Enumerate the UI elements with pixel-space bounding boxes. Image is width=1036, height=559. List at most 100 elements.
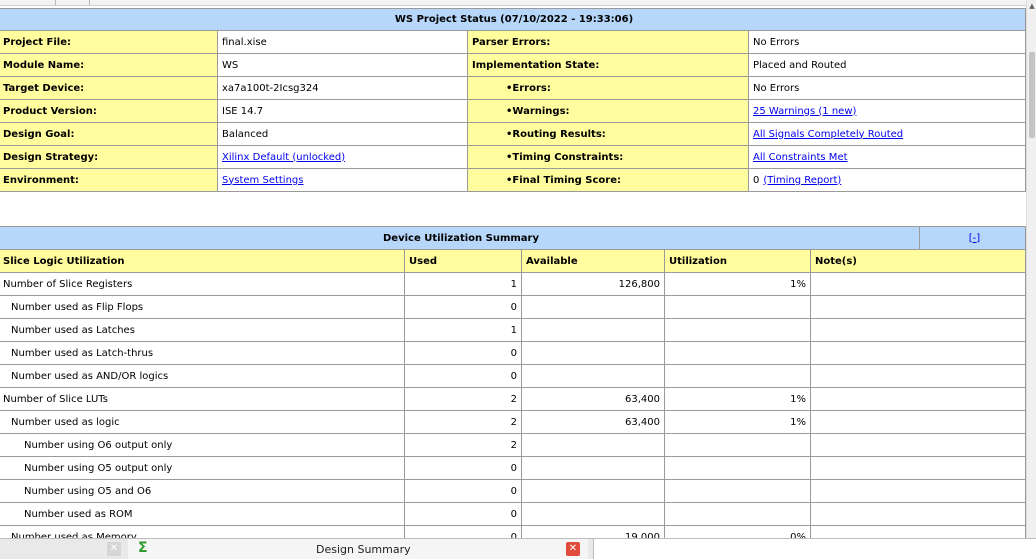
- util-row: Number used as Memory 0 19,000 0%: [0, 525, 1026, 538]
- util-row-name: Number used as logic: [0, 410, 405, 434]
- status-value: Balanced: [217, 122, 468, 146]
- project-status-table: WS Project Status (07/10/2022 - 19:33:06…: [0, 8, 1026, 192]
- status-value-link[interactable]: All Signals Completely Routed: [753, 129, 903, 140]
- status-value: All Constraints Met: [747, 145, 1026, 169]
- top-strip: [0, 0, 1026, 6]
- scroll-up-arrow-icon[interactable]: ▲: [1028, 2, 1036, 12]
- collapse-toggle-link[interactable]: [-]: [969, 233, 980, 244]
- util-used: 0: [404, 364, 522, 388]
- status-value: No Errors: [747, 30, 1026, 54]
- project-status-title: WS Project Status (07/10/2022 - 19:33:06…: [0, 8, 1026, 31]
- util-column-header: Note(s): [810, 249, 1026, 273]
- util-row-name: Number of Slice Registers: [0, 272, 405, 296]
- util-percent: [664, 341, 811, 365]
- status-label: Product Version:: [0, 99, 218, 123]
- util-row-name: Number used as AND/OR logics: [0, 364, 405, 388]
- util-note: [810, 364, 1026, 388]
- util-row: Number of Slice LUTs 2 63,400 1%: [0, 387, 1026, 411]
- util-row-name: Number used as ROM: [0, 502, 405, 526]
- status-value-link[interactable]: System Settings: [222, 175, 303, 186]
- status-value-text: WS: [222, 59, 239, 71]
- status-value: final.xise: [217, 30, 468, 54]
- status-value-link[interactable]: (Timing Report): [763, 175, 841, 186]
- util-percent: 1%: [664, 387, 811, 411]
- util-used: 0: [404, 525, 522, 538]
- util-note: [810, 341, 1026, 365]
- collapse-toggle[interactable]: [-]: [919, 226, 1026, 250]
- util-percent: [664, 364, 811, 388]
- vertical-scrollbar[interactable]: ▲: [1026, 0, 1036, 540]
- timing-score-value: 0: [753, 174, 760, 186]
- util-row: Number using O5 output only 0: [0, 456, 1026, 480]
- status-value-text: No Errors: [753, 82, 800, 94]
- util-used: 0: [404, 341, 522, 365]
- util-available: [521, 479, 665, 503]
- status-label-text: Parser Errors:: [472, 36, 551, 48]
- status-label: Design Goal:: [0, 122, 218, 146]
- status-value-text: xa7a100t-2Icsg324: [222, 82, 319, 94]
- util-row-name: Number used as Memory: [0, 525, 405, 538]
- status-row: Target Device: xa7a100t-2Icsg324 •Errors: N…: [0, 76, 1026, 100]
- status-label-text: Routing Results:: [512, 128, 606, 140]
- util-used: 0: [404, 502, 522, 526]
- status-value: 25 Warnings (1 new): [747, 99, 1026, 123]
- util-used: 1: [404, 272, 522, 296]
- util-note: [810, 525, 1026, 538]
- util-used: 2: [404, 433, 522, 457]
- tab-close-icon[interactable]: ✕: [566, 542, 580, 556]
- util-available: [521, 433, 665, 457]
- util-available: [521, 456, 665, 480]
- tab-design-summary-label[interactable]: Design Summary: [316, 543, 411, 556]
- util-percent: [664, 502, 811, 526]
- util-note: [810, 502, 1026, 526]
- util-row-name: Number using O5 output only: [0, 456, 405, 480]
- util-used: 0: [404, 479, 522, 503]
- status-value-link[interactable]: All Constraints Met: [753, 152, 848, 163]
- status-label-text: Timing Constraints:: [512, 151, 624, 163]
- util-column-header: Available: [521, 249, 665, 273]
- util-percent: [664, 479, 811, 503]
- device-utilization-table: Device Utilization Summary [-] Slice Log…: [0, 226, 1026, 538]
- status-label: Environment:: [0, 168, 218, 192]
- status-label-text: Final Timing Score:: [512, 174, 622, 186]
- util-row-name: Number of Slice LUTs: [0, 387, 405, 411]
- status-value-text: No Errors: [753, 36, 800, 48]
- util-column-header-row: Slice Logic Utilization Used Available Util…: [0, 249, 1026, 273]
- status-value-text: Balanced: [222, 128, 269, 140]
- status-row: Design Goal: Balanced •Routing Results: All…: [0, 122, 1026, 146]
- status-label: •Final Timing Score:: [467, 168, 749, 192]
- util-row: Number used as Flip Flops 0: [0, 295, 1026, 319]
- util-note: [810, 272, 1026, 296]
- status-row: Environment: System Settings •Final Timing…: [0, 168, 1026, 192]
- util-note: [810, 479, 1026, 503]
- status-label-text: Warnings:: [512, 105, 570, 117]
- util-row: Number used as AND/OR logics 0: [0, 364, 1026, 388]
- scrollbar-thumb[interactable]: [1029, 52, 1035, 138]
- util-row-name: Number used as Flip Flops: [0, 295, 405, 319]
- util-percent: [664, 456, 811, 480]
- status-value: Xilinx Default (unlocked): [217, 145, 468, 169]
- util-used: 1: [404, 318, 522, 342]
- util-row: Number used as Latch-thrus 0: [0, 341, 1026, 365]
- status-value-link[interactable]: Xilinx Default (unlocked): [222, 152, 345, 163]
- design-summary-sigma-icon: Σ: [138, 540, 148, 556]
- status-value-link[interactable]: 25 Warnings (1 new): [753, 106, 856, 117]
- status-value: ISE 14.7: [217, 99, 468, 123]
- status-label: Design Strategy:: [0, 145, 218, 169]
- tab-bar-empty-area: [593, 539, 1036, 559]
- status-value-text: ISE 14.7: [222, 105, 264, 117]
- util-used: 0: [404, 295, 522, 319]
- util-row: Number using O5 and O6 0: [0, 479, 1026, 503]
- util-available: 63,400: [521, 387, 665, 411]
- status-row: Product Version: ISE 14.7 •Warnings: 25 War…: [0, 99, 1026, 123]
- util-note: [810, 433, 1026, 457]
- close-icon[interactable]: ✕: [107, 542, 121, 556]
- status-value: System Settings: [217, 168, 468, 192]
- util-available: [521, 502, 665, 526]
- status-value: All Signals Completely Routed: [747, 122, 1026, 146]
- status-value-text: final.xise: [222, 36, 267, 48]
- status-label-text: Errors:: [512, 82, 551, 94]
- util-percent: [664, 318, 811, 342]
- util-row: Number of Slice Registers 1 126,800 1%: [0, 272, 1026, 296]
- util-note: [810, 387, 1026, 411]
